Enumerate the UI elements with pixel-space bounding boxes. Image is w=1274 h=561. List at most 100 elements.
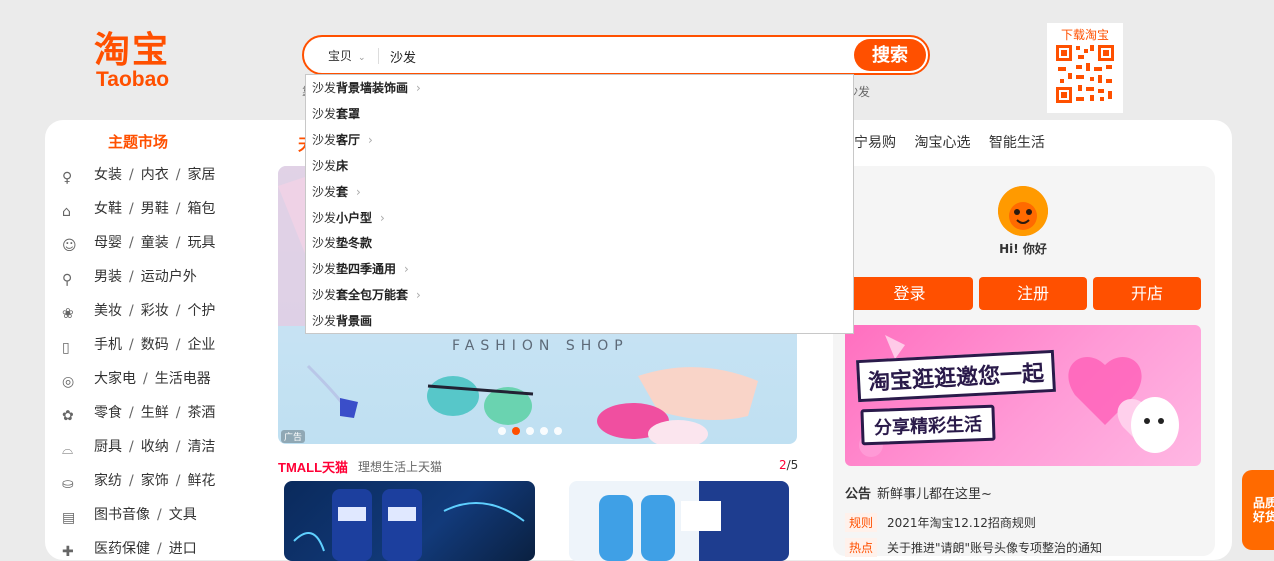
category-link[interactable]: 企业 bbox=[187, 337, 215, 353]
suggestion-item[interactable]: 沙发套 › bbox=[312, 181, 361, 203]
category-separator: / bbox=[129, 167, 134, 183]
category-link[interactable]: 家居 bbox=[187, 167, 215, 183]
product-card-shampoo[interactable] bbox=[284, 481, 535, 561]
suggestion-completion: 垫冬款 bbox=[336, 236, 373, 251]
category-row: ☺ 母婴 / 童装 / 玩具 bbox=[62, 232, 215, 254]
category-link[interactable]: 鲜花 bbox=[187, 473, 215, 489]
suggestion-item[interactable]: 沙发客厅 › bbox=[312, 129, 373, 151]
suggestion-item[interactable]: 沙发套罩 bbox=[312, 103, 360, 125]
carousel-dot[interactable] bbox=[512, 427, 520, 435]
chevron-right-icon[interactable]: › bbox=[416, 288, 421, 302]
category-link[interactable]: 厨具 bbox=[94, 439, 122, 455]
tmall-logo[interactable]: TMALL天猫 bbox=[278, 457, 348, 476]
category-link[interactable]: 女装 bbox=[94, 167, 122, 183]
category-link[interactable]: 家纺 bbox=[94, 473, 122, 489]
chevron-right-icon[interactable]: › bbox=[356, 185, 361, 199]
category-link[interactable]: 个护 bbox=[187, 303, 215, 319]
category-link[interactable]: 彩妆 bbox=[141, 303, 169, 319]
login-button[interactable]: 登录 bbox=[846, 277, 973, 310]
category-link[interactable]: 男装 bbox=[94, 269, 122, 285]
suggestion-item[interactable]: 沙发背景墙装饰画 › bbox=[312, 77, 421, 99]
notice-headline[interactable]: 新鲜事儿都在这里~ bbox=[877, 483, 992, 502]
category-link[interactable]: 数码 bbox=[141, 337, 169, 353]
category-link[interactable]: 文具 bbox=[169, 507, 197, 523]
category-icon: ♀ bbox=[62, 170, 73, 186]
open-store-button[interactable]: 开店 bbox=[1093, 277, 1201, 310]
chevron-right-icon[interactable]: › bbox=[404, 262, 409, 276]
chevron-right-icon[interactable]: › bbox=[380, 211, 385, 225]
category-link[interactable]: 家饰 bbox=[141, 473, 169, 489]
carousel-dot[interactable] bbox=[498, 427, 506, 435]
category-link[interactable]: 箱包 bbox=[187, 201, 215, 217]
chevron-right-icon[interactable]: › bbox=[368, 133, 373, 147]
carousel-dot[interactable] bbox=[526, 427, 534, 435]
category-link[interactable]: 茶酒 bbox=[187, 405, 215, 421]
category-icon: ⚲ bbox=[62, 272, 73, 288]
carousel-dot[interactable] bbox=[540, 427, 548, 435]
search-scope-dropdown[interactable]: 宝贝 ⌄ bbox=[328, 47, 366, 64]
category-link[interactable]: 收纳 bbox=[141, 439, 169, 455]
suggestion-item[interactable]: 沙发床 bbox=[312, 155, 348, 177]
category-separator: / bbox=[129, 303, 134, 319]
notice-label: 公告 bbox=[845, 487, 872, 502]
search-input[interactable] bbox=[390, 46, 830, 66]
suggestion-completion: 垫四季通用 bbox=[336, 262, 397, 277]
category-link[interactable]: 大家电 bbox=[94, 371, 136, 387]
suggestion-item[interactable]: 沙发小户型 › bbox=[312, 207, 385, 229]
category-link[interactable]: 男鞋 bbox=[141, 201, 169, 217]
app-download-qr[interactable]: 下载淘宝 bbox=[1047, 23, 1123, 113]
category-link[interactable]: 母婴 bbox=[94, 235, 122, 251]
avatar[interactable] bbox=[998, 186, 1048, 236]
nav-link-smart-life[interactable]: 智能生活 bbox=[989, 135, 1045, 151]
nav-link-suning[interactable]: 宁易购 bbox=[854, 135, 896, 151]
category-link[interactable]: 美妆 bbox=[94, 303, 122, 319]
suggestion-item[interactable]: 沙发垫四季通用 › bbox=[312, 258, 409, 280]
category-link[interactable]: 女鞋 bbox=[94, 201, 122, 217]
category-link[interactable]: 清洁 bbox=[187, 439, 215, 455]
floating-quality-tab[interactable]: 品质好货 bbox=[1242, 470, 1274, 550]
category-row: ❀ 美妆 / 彩妆 / 个护 bbox=[62, 300, 215, 322]
category-link[interactable]: 生活电器 bbox=[155, 371, 211, 387]
promo-banner[interactable]: 淘宝逛逛邀您一起 分享精彩生活 bbox=[845, 325, 1201, 466]
category-separator: / bbox=[175, 473, 181, 489]
category-link[interactable]: 生鲜 bbox=[141, 405, 169, 421]
register-button[interactable]: 注册 bbox=[979, 277, 1087, 310]
category-link[interactable]: 图书音像 bbox=[94, 507, 150, 523]
category-separator: / bbox=[175, 167, 181, 183]
category-link[interactable]: 零食 bbox=[94, 405, 122, 421]
suggestion-item[interactable]: 沙发背景画 bbox=[312, 310, 372, 332]
suggestion-prefix: 沙发 bbox=[312, 158, 337, 173]
category-link[interactable]: 医药保健 bbox=[94, 541, 150, 557]
suggestion-prefix: 沙发 bbox=[312, 288, 337, 303]
category-separator: / bbox=[129, 337, 134, 353]
suggestion-prefix: 沙发 bbox=[312, 314, 337, 329]
category-separator: / bbox=[175, 405, 181, 421]
product-card-detergent[interactable] bbox=[569, 481, 789, 561]
category-separator: / bbox=[175, 201, 181, 217]
category-link[interactable]: 内衣 bbox=[141, 167, 169, 183]
category-link[interactable]: 进口 bbox=[169, 541, 197, 557]
taobao-logo[interactable]: 淘宝 Taobao bbox=[94, 30, 186, 94]
category-link[interactable]: 玩具 bbox=[187, 235, 215, 251]
notice-row[interactable]: 规则 2021年淘宝12.12招商规则 bbox=[845, 513, 1036, 532]
search-button[interactable]: 搜索 bbox=[854, 39, 926, 71]
suggestion-prefix: 沙发 bbox=[312, 81, 337, 95]
category-link[interactable]: 手机 bbox=[94, 337, 122, 353]
ad-badge: 广告 bbox=[281, 430, 306, 443]
nav-links: 宁易购 淘宝心选 智能生活 bbox=[854, 132, 1059, 152]
logo-en: Taobao bbox=[96, 68, 170, 91]
category-link[interactable]: 童装 bbox=[141, 235, 169, 251]
chevron-right-icon[interactable]: › bbox=[416, 81, 421, 95]
carousel-dot[interactable] bbox=[554, 427, 562, 435]
notice-row[interactable]: 热点 关于推进"请朗"账号头像专项整治的通知 bbox=[845, 538, 1102, 557]
category-row: ▤ 图书音像 / 文具 bbox=[62, 504, 197, 526]
category-link[interactable]: 运动户外 bbox=[141, 269, 197, 285]
category-icon: ⛀ bbox=[62, 476, 74, 492]
category-separator: / bbox=[175, 235, 181, 251]
suggestion-item[interactable]: 沙发套全包万能套 › bbox=[312, 284, 421, 306]
pager-current: 2 bbox=[779, 458, 787, 472]
nav-link-xinxuan[interactable]: 淘宝心选 bbox=[914, 135, 970, 151]
chevron-down-icon: ⌄ bbox=[358, 53, 366, 63]
suggestion-item[interactable]: 沙发垫冬款 bbox=[312, 232, 372, 254]
category-row: ✚ 医药保健 / 进口 bbox=[62, 538, 197, 560]
